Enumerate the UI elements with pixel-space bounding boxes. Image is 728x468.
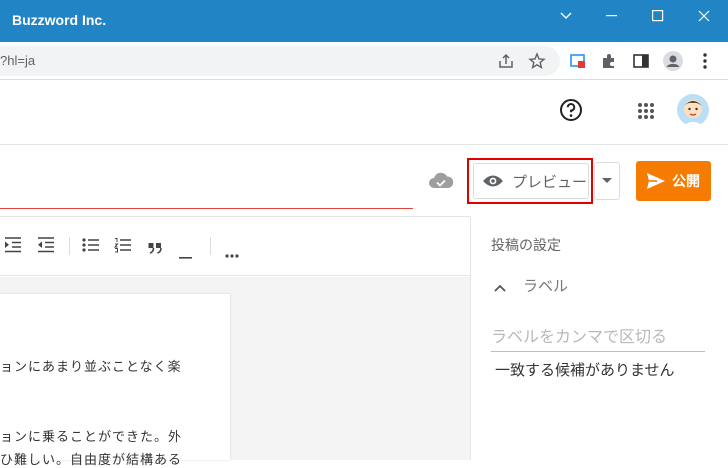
bulleted-list-button[interactable] (82, 237, 100, 253)
minimize-button[interactable] (589, 0, 635, 32)
address-url: ?hl=ja (0, 53, 36, 68)
publish-label: 公開 (672, 174, 700, 190)
side-panel-button[interactable] (629, 49, 653, 73)
body-text-line: ョンにあまり並ぶことなく楽 (0, 360, 182, 375)
window-titlebar: Buzzword Inc. (0, 0, 728, 42)
close-window-button[interactable] (681, 0, 727, 32)
no-match-message: 一致する候補がありません (495, 361, 675, 379)
close-icon (698, 10, 710, 22)
outdent-icon (38, 237, 54, 253)
help-button[interactable] (558, 97, 584, 123)
apps-button[interactable] (635, 100, 657, 122)
kebab-menu-icon (703, 53, 707, 69)
profile-button[interactable] (661, 49, 685, 73)
preview-button[interactable]: プレビュー (473, 163, 589, 199)
maximize-icon (652, 10, 664, 22)
avatar-icon (677, 94, 709, 126)
caret-down-icon (602, 178, 612, 183)
publish-button[interactable]: 公開 (636, 161, 711, 201)
browser-toolbar: ?hl=ja (0, 42, 728, 80)
apps-grid-icon (638, 103, 654, 119)
numbered-list-button[interactable] (113, 237, 132, 253)
extension-button[interactable] (566, 49, 590, 73)
body-text-line: ひ難しい。自由度が結構ある (0, 453, 183, 468)
post-title-underline (0, 208, 413, 209)
cloud-check-icon (429, 172, 454, 188)
preview-options-dropdown[interactable] (594, 162, 620, 200)
bookmark-star-button[interactable] (525, 49, 549, 73)
numbered-list-icon (113, 238, 131, 253)
labels-collapse-toggle[interactable] (494, 277, 506, 296)
horizontal-rule-icon (179, 257, 192, 259)
preview-button-highlight: プレビュー (467, 158, 593, 204)
maximize-button[interactable] (635, 0, 681, 32)
chevron-up-icon (494, 284, 506, 292)
labels-section-title[interactable]: ラベル (523, 275, 568, 296)
minimize-icon (606, 15, 617, 17)
save-status (428, 170, 454, 192)
capture-extension-icon (570, 54, 585, 68)
indent-icon (5, 237, 21, 253)
horizontal-rule-button[interactable] (179, 244, 193, 259)
send-icon (647, 173, 665, 189)
outdent-button[interactable] (37, 237, 55, 253)
eye-icon (483, 175, 503, 187)
indent-button[interactable] (4, 237, 22, 253)
share-icon (499, 53, 513, 68)
side-panel-icon (633, 54, 649, 68)
more-tools-button[interactable] (225, 243, 239, 258)
app-header (0, 81, 728, 145)
help-icon (560, 99, 582, 121)
quote-button[interactable] (148, 239, 162, 254)
editor-page[interactable]: ョンにあまり並ぶことなく楽 ョンに乗ることができた。外 ひ難しい。自由度が結構あ… (0, 294, 230, 468)
tab-search-button[interactable] (543, 0, 589, 32)
profile-icon (663, 51, 683, 71)
window-title: Buzzword Inc. (12, 12, 107, 28)
body-text-line: ョンに乗ることができた。外 (0, 430, 183, 445)
share-button[interactable] (494, 49, 518, 73)
quote-icon (148, 243, 162, 254)
post-settings-heading: 投稿の設定 (491, 238, 561, 254)
puzzle-icon (603, 54, 614, 68)
extensions-menu-button[interactable] (597, 49, 621, 73)
bulleted-list-icon (82, 238, 99, 252)
chevron-down-icon (560, 12, 572, 19)
labels-input[interactable] (491, 322, 705, 352)
address-bar[interactable]: ?hl=ja (0, 46, 560, 76)
preview-label: プレビュー (512, 172, 588, 191)
more-horizontal-icon (225, 254, 239, 258)
account-avatar[interactable] (677, 94, 709, 126)
toolbar-divider (210, 237, 211, 255)
star-icon (528, 52, 546, 69)
toolbar-divider (69, 237, 70, 255)
browser-menu-button[interactable] (693, 49, 717, 73)
